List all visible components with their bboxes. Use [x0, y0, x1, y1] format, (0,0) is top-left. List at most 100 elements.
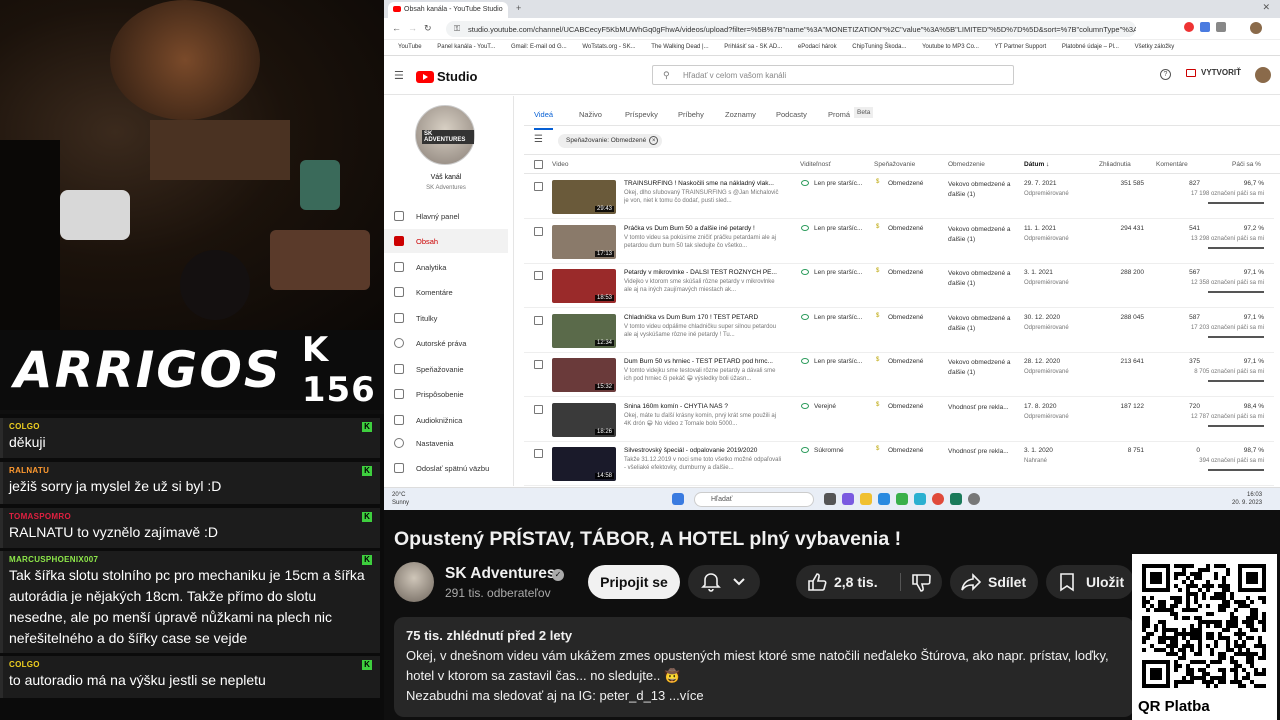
table-row[interactable]: 18:53 Petardy v mikrovlnke - ĎALŠÍ TEST R…	[524, 264, 1274, 308]
row-checkbox[interactable]	[534, 404, 543, 414]
table-row[interactable]: 12:34 Chladnička vs Dum Burn 170 ! TEST P…	[524, 309, 1274, 353]
column-header[interactable]: Dátum ↓	[1024, 161, 1049, 168]
back-icon[interactable]: ←	[392, 23, 401, 33]
extension-icon[interactable]	[1216, 22, 1226, 32]
file-explorer-icon[interactable]	[860, 493, 872, 505]
visibility-cell[interactable]: Len pre staršíc...	[814, 314, 862, 321]
task-view-icon[interactable]	[824, 493, 836, 505]
restriction-cell[interactable]: Vekovo obmedzené a ďalšie (1)	[948, 358, 1014, 378]
row-checkbox[interactable]	[534, 226, 543, 236]
video-title-cell[interactable]: Práčka vs Dum Burn 50 a ďalšie iné petar…	[624, 225, 782, 232]
table-row[interactable]: 17:13 Práčka vs Dum Burn 50 a ďalšie iné …	[524, 220, 1274, 264]
nav-settings[interactable]: Nastavenia	[384, 431, 508, 455]
table-row[interactable]: 14:58 Silvestrovský špeciál - odpalovanie…	[524, 442, 1274, 486]
profile-avatar[interactable]	[1250, 22, 1262, 34]
nav-dashboard[interactable]: Hlavný panel	[384, 204, 508, 228]
video-thumbnail[interactable]: 15:32	[552, 358, 616, 392]
browser-tab[interactable]: Obsah kanála - YouTube Studio	[388, 2, 508, 18]
bookmark-item[interactable]: The Walking Dead |...	[651, 44, 708, 50]
monetization-cell[interactable]: Obmedzené	[888, 180, 923, 187]
taskbar-clock[interactable]: 16:03 20. 9. 2023	[1232, 491, 1262, 507]
visibility-cell[interactable]: Len pre staršíc...	[814, 180, 862, 187]
monetization-cell[interactable]: Obmedzené	[888, 225, 923, 232]
chrome-icon[interactable]	[932, 493, 944, 505]
monetization-cell[interactable]: Obmedzené	[888, 447, 923, 454]
menu-icon[interactable]: ☰	[394, 69, 404, 82]
studio-logo[interactable]: Studio	[416, 69, 477, 84]
column-header[interactable]: Komentáre	[1156, 161, 1188, 168]
select-all-checkbox[interactable]	[534, 160, 543, 169]
column-header[interactable]: Viditeľnosť	[800, 161, 831, 168]
nav-feedback[interactable]: Odoslať spätnú väzbu	[384, 456, 508, 480]
filter-icon[interactable]: ☰	[534, 134, 543, 145]
bookmark-item[interactable]: YT Partner Support	[995, 44, 1047, 50]
tab-podcasts[interactable]: Podcasty	[776, 110, 807, 119]
video-thumbnail[interactable]: 12:34	[552, 313, 616, 348]
help-icon[interactable]: ?	[1160, 69, 1171, 80]
tab-posts[interactable]: Príspevky	[625, 110, 658, 119]
visibility-cell[interactable]: Len pre staršíc...	[814, 269, 862, 276]
restriction-cell[interactable]: Vekovo obmedzené a ďalšie (1)	[948, 314, 1014, 334]
subscribe-button[interactable]: Pripojit se	[588, 565, 680, 599]
visibility-cell[interactable]: Len pre staršíc...	[814, 358, 862, 365]
visibility-cell[interactable]: Súkromné	[814, 447, 844, 454]
video-title-cell[interactable]: Chladnička vs Dum Burn 170 ! TEST PETÁRD	[624, 314, 782, 321]
video-title-cell[interactable]: Snina 160m komín - CHYTIA NÁS ?	[624, 403, 782, 410]
thumbs-up-icon[interactable]	[806, 572, 828, 592]
column-header[interactable]: Speňažovanie	[874, 161, 915, 168]
row-checkbox[interactable]	[534, 360, 543, 369]
column-header[interactable]: Zhliadnutia	[1099, 161, 1131, 168]
video-thumbnail[interactable]: 18:53	[552, 269, 616, 303]
nav-subtitles[interactable]: Titulky	[384, 306, 508, 330]
column-header[interactable]: Páči sa %	[1232, 161, 1261, 168]
row-checkbox[interactable]	[534, 315, 543, 325]
bookmark-item[interactable]: Youtube to MP3 Co...	[922, 44, 979, 50]
tab-playlists[interactable]: Zoznamy	[725, 110, 756, 119]
monetization-cell[interactable]: Obmedzené	[888, 403, 923, 410]
bookmark-item[interactable]: Panel kanála - YouT...	[437, 44, 495, 50]
store-icon[interactable]	[878, 493, 890, 505]
filter-chip[interactable]: Speňažovanie: Obmedzené ×	[558, 134, 663, 148]
video-thumbnail[interactable]: 18:26	[552, 402, 616, 437]
close-window-icon[interactable]: ✕	[1262, 2, 1270, 13]
restriction-cell[interactable]: Vekovo obmedzené a ďalšie (1)	[948, 269, 1014, 289]
table-row[interactable]: 15:32 Dum Burn 50 vs hrniec - TEST PETÁRD…	[524, 353, 1274, 397]
channel-avatar[interactable]	[394, 562, 434, 602]
nav-content[interactable]: Obsah	[384, 229, 508, 253]
video-thumbnail[interactable]: 17:13	[552, 224, 616, 259]
windows-start-icon[interactable]	[672, 493, 684, 505]
share-label[interactable]: Sdílet	[988, 574, 1026, 590]
row-checkbox[interactable]	[534, 449, 543, 458]
monetization-cell[interactable]: Obmedzené	[888, 269, 923, 276]
bookmark-item[interactable]: Všetky záložky	[1135, 44, 1175, 50]
create-button[interactable]: VYTVORIŤ	[1186, 68, 1241, 77]
chat-app-icon[interactable]	[842, 493, 854, 505]
app-icon[interactable]	[950, 493, 962, 505]
bookmark-item[interactable]: ePodací hárok	[798, 44, 837, 50]
nav-comments[interactable]: Komentáre	[384, 280, 508, 304]
monetization-cell[interactable]: Obmedzené	[888, 358, 923, 365]
video-thumbnail[interactable]: 29:43	[552, 180, 616, 214]
nav-audio-library[interactable]: Audioknižnica	[384, 408, 508, 432]
taskbar-search-input[interactable]: Hľadať	[694, 492, 814, 507]
notifications-button[interactable]	[688, 565, 760, 599]
studio-search-input[interactable]: ⚲ Hľadať v celom vašom kanáli	[652, 65, 1014, 85]
row-checkbox[interactable]	[534, 182, 543, 191]
visibility-cell[interactable]: Verejné	[814, 403, 836, 410]
settings-icon[interactable]	[968, 493, 980, 505]
reload-icon[interactable]: ↻	[424, 23, 432, 34]
row-checkbox[interactable]	[534, 271, 543, 280]
table-row[interactable]: 29:43 TRAINSURFING ! Naskočili sme na nák…	[524, 175, 1274, 219]
account-avatar[interactable]	[1255, 67, 1271, 83]
save-label[interactable]: Uložit	[1086, 574, 1124, 590]
app-icon[interactable]	[896, 493, 908, 505]
tab-live[interactable]: Naživo	[579, 110, 602, 119]
table-row[interactable]: 18:26 Snina 160m komín - CHYTIA NÁS ? Okej…	[524, 398, 1274, 442]
nav-analytics[interactable]: Analytika	[384, 255, 508, 279]
video-title-cell[interactable]: Silvestrovský špeciál - odpalovanie 2019…	[624, 447, 782, 454]
nav-customization[interactable]: Prispôsobenie	[384, 382, 508, 406]
extension-icon[interactable]	[1200, 22, 1210, 32]
restriction-cell[interactable]: Vekovo obmedzené a ďalšie (1)	[948, 225, 1014, 245]
monetization-cell[interactable]: Obmedzené	[888, 314, 923, 321]
bookmark-item[interactable]: Prihlásiť sa - SK AD...	[724, 44, 782, 50]
